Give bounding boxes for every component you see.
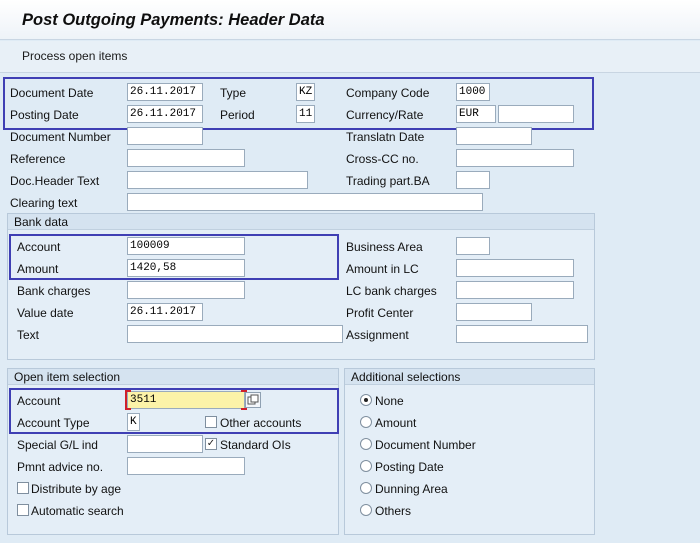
open-item-selection-title: Open item selection (8, 369, 338, 385)
radio-posting-date-label: Posting Date (375, 460, 444, 474)
text-label: Text (17, 328, 40, 342)
doc-header-text-label: Doc.Header Text (10, 174, 100, 188)
radio-posting-date[interactable] (360, 460, 372, 472)
clearing-text-label: Clearing text (10, 196, 78, 210)
bank-data-title: Bank data (8, 214, 594, 230)
value-date-label: Value date (17, 306, 74, 320)
distribute-by-age-checkbox[interactable] (17, 482, 29, 494)
radio-document-number[interactable] (360, 438, 372, 450)
page-title: Post Outgoing Payments: Header Data (22, 11, 325, 29)
profit-center-label: Profit Center (346, 306, 414, 320)
clearing-text-field[interactable] (127, 193, 483, 211)
trading-part-field[interactable] (456, 171, 490, 189)
radio-amount-label: Amount (375, 416, 417, 430)
additional-selections-title: Additional selections (345, 369, 594, 385)
translation-date-field[interactable] (456, 127, 532, 145)
radio-document-number-label: Document Number (375, 438, 476, 452)
distribute-by-age-label: Distribute by age (31, 482, 122, 496)
document-number-field[interactable] (127, 127, 203, 145)
cross-cc-label: Cross-CC no. (346, 152, 419, 166)
special-gl-label: Special G/L ind (17, 438, 98, 452)
radio-dunning-area[interactable] (360, 482, 372, 494)
checkmark-icon: ✓ (206, 438, 216, 449)
radio-others-label: Others (375, 504, 412, 518)
bank-charges-label: Bank charges (17, 284, 91, 298)
radio-others[interactable] (360, 504, 372, 516)
payment-advice-field[interactable] (127, 457, 245, 475)
text-field[interactable] (127, 325, 343, 343)
payment-advice-label: Pmnt advice no. (17, 460, 104, 474)
trading-part-label: Trading part.BA (346, 174, 430, 188)
business-area-field[interactable] (456, 237, 490, 255)
value-date-field[interactable]: 26.11.2017 (127, 303, 203, 321)
standard-ois-label: Standard OIs (220, 438, 291, 452)
reference-field[interactable] (127, 149, 245, 167)
header-highlight-box (3, 77, 594, 130)
doc-header-text-field[interactable] (127, 171, 308, 189)
process-open-items-button[interactable]: Process open items (22, 49, 127, 63)
amount-lc-field[interactable] (456, 259, 574, 277)
automatic-search-checkbox[interactable] (17, 504, 29, 516)
translation-date-label: Translatn Date (346, 130, 425, 144)
radio-amount[interactable] (360, 416, 372, 428)
document-number-label: Document Number (10, 130, 111, 144)
automatic-search-label: Automatic search (31, 504, 124, 518)
assignment-field[interactable] (456, 325, 588, 343)
business-area-label: Business Area (346, 240, 423, 254)
radio-dunning-area-label: Dunning Area (375, 482, 448, 496)
cross-cc-field[interactable] (456, 149, 574, 167)
lc-bank-charges-field[interactable] (456, 281, 574, 299)
bank-highlight-box (9, 234, 339, 280)
bank-charges-field[interactable] (127, 281, 245, 299)
assignment-label: Assignment (346, 328, 409, 342)
standard-ois-checkbox[interactable]: ✓ (205, 438, 217, 450)
amount-lc-label: Amount in LC (346, 262, 419, 276)
radio-none-label: None (375, 394, 404, 408)
lc-bank-charges-label: LC bank charges (346, 284, 437, 298)
special-gl-field[interactable] (127, 435, 203, 453)
reference-label: Reference (10, 152, 66, 166)
radio-none[interactable] (360, 394, 372, 406)
profit-center-field[interactable] (456, 303, 532, 321)
open-item-highlight-box (9, 388, 339, 434)
